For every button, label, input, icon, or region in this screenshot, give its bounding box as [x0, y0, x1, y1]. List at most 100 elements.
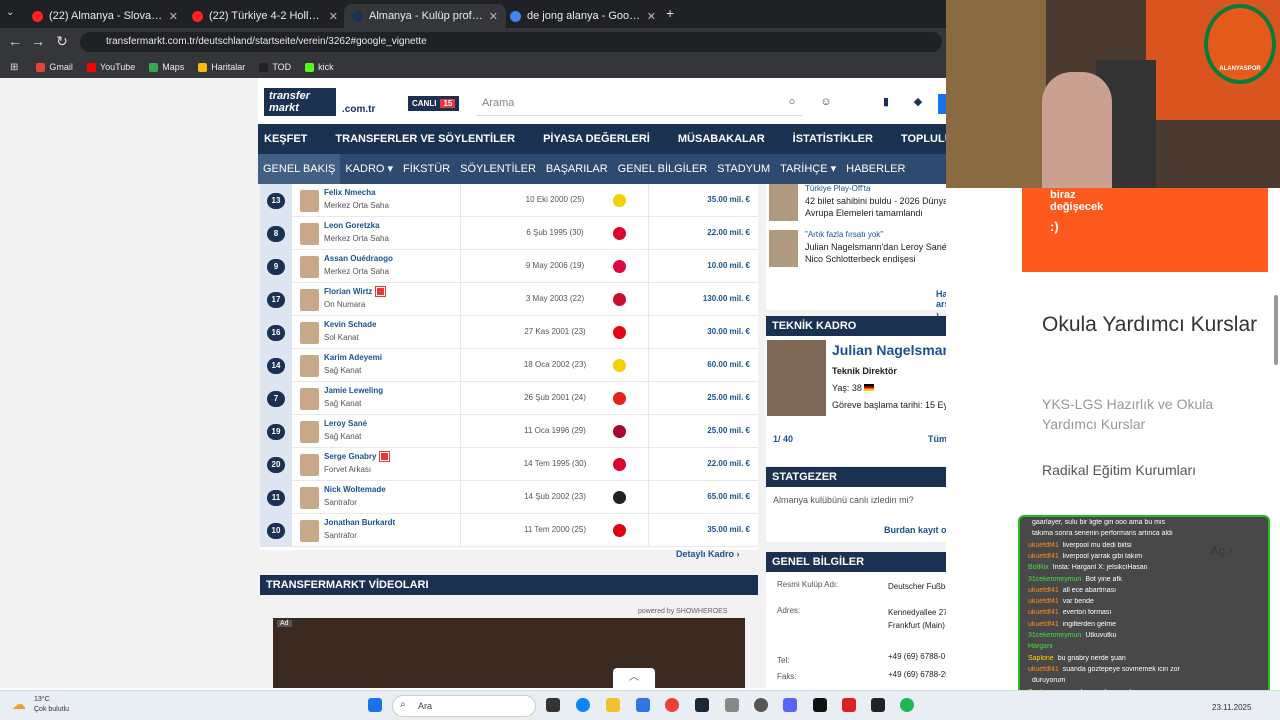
club-crest-icon[interactable]	[613, 293, 626, 306]
sub-nav-item[interactable]: STADYUM	[712, 154, 775, 184]
detailed-squad-link[interactable]: Detaylı Kadro ›	[676, 549, 740, 559]
club-crest-icon[interactable]	[613, 227, 626, 240]
chat-username[interactable]: Saplone	[1028, 655, 1054, 662]
market-value[interactable]: 25.00 mil. €	[650, 426, 750, 435]
tab-search-icon[interactable]: ⌄	[6, 7, 14, 18]
sub-nav-item[interactable]: HABERLER	[841, 154, 910, 184]
chat-username[interactable]: ukuefdf41	[1028, 621, 1059, 628]
player-name[interactable]: Jamie Leweling	[324, 386, 383, 395]
ad-scrollbar[interactable]	[1274, 295, 1278, 365]
club-crest-icon[interactable]	[613, 260, 626, 273]
apps-icon[interactable]: ⊞	[10, 62, 18, 73]
news-title[interactable]: 42 bilet sahibini buldu - 2026 Dünya Kup…	[805, 195, 946, 219]
site-logo[interactable]: transfer markt	[264, 88, 336, 116]
main-nav-item[interactable]: KEŞFET	[264, 133, 307, 145]
player-name[interactable]: Kevin Schade	[324, 320, 376, 329]
browser-tab[interactable]: Almanya - Kulüp profili | Tr ✕	[344, 4, 506, 28]
player-photo[interactable]	[300, 289, 319, 311]
calculator-icon[interactable]	[725, 698, 739, 712]
news-item[interactable]: Türkiye Play-Off'ta 42 bilet sahibini bul…	[769, 184, 946, 224]
close-icon[interactable]: ✕	[647, 10, 656, 23]
reload-icon[interactable]: ↻	[50, 33, 74, 50]
player-name[interactable]: Jonathan Burkardt	[324, 518, 395, 527]
table-row[interactable]: 20 Serge Gnabry Forvet Arkası 14 Tem 1995 (…	[260, 448, 758, 481]
table-row[interactable]: 8 Leon Goretzka Merkez Orta Saha 6 Şub 1995…	[260, 217, 758, 250]
news-title[interactable]: Julian Nagelsmann'dan Leroy Sané'ye uyar…	[805, 241, 946, 265]
statgezer-link[interactable]: Burdan kayıt olabilirsin ›	[884, 525, 946, 535]
table-row[interactable]: 11 Nick Woltemade Santrafor 14 Şub 2002 (23…	[260, 481, 758, 514]
all-staff-link[interactable]: Tüm personel ›	[928, 434, 946, 444]
search-input[interactable]: Arama	[476, 90, 802, 116]
club-crest-icon[interactable]	[613, 194, 626, 207]
market-value[interactable]: 25.00 mil. €	[650, 393, 750, 402]
chat-username[interactable]: ukuefdf41	[1028, 587, 1059, 594]
chat-username[interactable]: 31cekenmeymun	[1028, 632, 1081, 639]
coach-name[interactable]: Julian Nagelsmann	[832, 342, 946, 358]
shield-icon[interactable]: ◆	[912, 96, 924, 108]
app-red-icon[interactable]	[842, 698, 856, 712]
sub-nav-item[interactable]: TARİHÇE ▾	[775, 154, 841, 184]
sub-nav-item[interactable]: GENEL BAKIŞ	[258, 154, 341, 184]
player-photo[interactable]	[300, 487, 319, 509]
table-row[interactable]: 17 Florian Wirtz On Numara 3 May 2003 (22) 1…	[260, 283, 758, 316]
club-crest-icon[interactable]	[613, 524, 626, 537]
news-item[interactable]: "Artık fazla fırsatı yok" Julian Nagelsma…	[769, 230, 946, 270]
table-row[interactable]: 19 Leroy Sané Sağ Kanat 11 Oca 1996 (29) 25.…	[260, 415, 758, 448]
chat-username[interactable]: ukuefdf41	[1028, 542, 1059, 549]
main-nav-item[interactable]: TRANSFERLER VE SÖYLENTİLER	[335, 133, 515, 145]
player-name[interactable]: Leon Goretzka	[324, 221, 380, 230]
sub-nav-item[interactable]: KADRO ▾	[340, 154, 398, 184]
discord-icon[interactable]	[783, 698, 797, 712]
player-photo[interactable]	[300, 256, 319, 278]
bookmark-item[interactable]: Gmail	[36, 62, 73, 72]
bookmark-item[interactable]: Haritalar	[198, 62, 245, 72]
player-photo[interactable]	[300, 388, 319, 410]
club-crest-icon[interactable]	[613, 326, 626, 339]
table-row[interactable]: 14 Karim Adeyemi Sağ Kanat 18 Oca 2002 (23)…	[260, 349, 758, 382]
video-player[interactable]	[273, 618, 745, 688]
edge-icon[interactable]	[576, 698, 590, 712]
market-value[interactable]: 60.00 mil. €	[650, 360, 750, 369]
player-photo[interactable]	[300, 421, 319, 443]
market-value[interactable]: 10.00 mil. €	[650, 261, 750, 270]
weather-widget[interactable]: 13°C Çok bulutlu	[34, 695, 69, 715]
table-row[interactable]: 7 Jamie Leweling Sağ Kanat 26 Şub 2001 (24)…	[260, 382, 758, 415]
bookmark-item[interactable]: Maps	[149, 62, 184, 72]
bookmark-icon[interactable]: ▮	[880, 96, 892, 108]
player-photo[interactable]	[300, 322, 319, 344]
main-nav-item[interactable]: PİYASA DEĞERLERİ	[543, 133, 650, 145]
back-icon[interactable]: ←	[3, 33, 27, 49]
market-value[interactable]: 22.00 mil. €	[650, 228, 750, 237]
chat-username[interactable]: Hargani	[1028, 643, 1053, 650]
forward-icon[interactable]: →	[26, 33, 50, 49]
player-name[interactable]: Nick Woltemade	[324, 485, 386, 494]
search-icon[interactable]: ○	[786, 96, 798, 108]
weather-icon[interactable]: ☁	[12, 696, 30, 714]
club-crest-icon[interactable]	[613, 392, 626, 405]
url-field[interactable]: transfermarkt.com.tr/deutschland/startse…	[80, 32, 942, 52]
ad-title[interactable]: Okula Yardımcı Kurslar	[1042, 310, 1262, 339]
table-row[interactable]: 9 Assan Ouédraogo Merkez Orta Saha 9 May 20…	[260, 250, 758, 283]
player-name[interactable]: Florian Wirtz	[324, 286, 387, 298]
new-tab-button[interactable]: +	[666, 5, 674, 21]
news-archive-link[interactable]: Haber arşivi ›	[936, 289, 946, 319]
sub-nav-item[interactable]: FİKSTÜR	[398, 154, 455, 184]
app-dark-icon[interactable]	[871, 698, 885, 712]
live-button[interactable]: CANLI 15	[408, 96, 460, 111]
market-value[interactable]: 22.00 mil. €	[650, 459, 750, 468]
coach-photo[interactable]	[767, 340, 826, 416]
scroll-up-icon[interactable]: ︿	[613, 668, 655, 688]
steam-icon[interactable]	[695, 698, 709, 712]
main-nav-item[interactable]: MÜSABAKALAR	[678, 133, 765, 145]
user-icon[interactable]: ☺	[820, 96, 832, 108]
taskbar-date[interactable]: 23.11.2025	[1212, 703, 1251, 712]
sub-nav-item[interactable]: GENEL BİLGİLER	[613, 154, 712, 184]
club-crest-icon[interactable]	[613, 458, 626, 471]
bookmark-item[interactable]: YouTube	[86, 62, 135, 72]
main-nav-item[interactable]: İSTATİSTİKLER	[793, 133, 873, 145]
player-name[interactable]: Assan Ouédraogo	[324, 254, 393, 263]
browser-tab[interactable]: de jong alanya - Google'da Ara ✕	[502, 4, 664, 28]
chat-username[interactable]: 31cekenmeymun	[1028, 576, 1081, 583]
player-photo[interactable]	[300, 454, 319, 476]
player-name[interactable]: Leroy Sané	[324, 419, 367, 428]
